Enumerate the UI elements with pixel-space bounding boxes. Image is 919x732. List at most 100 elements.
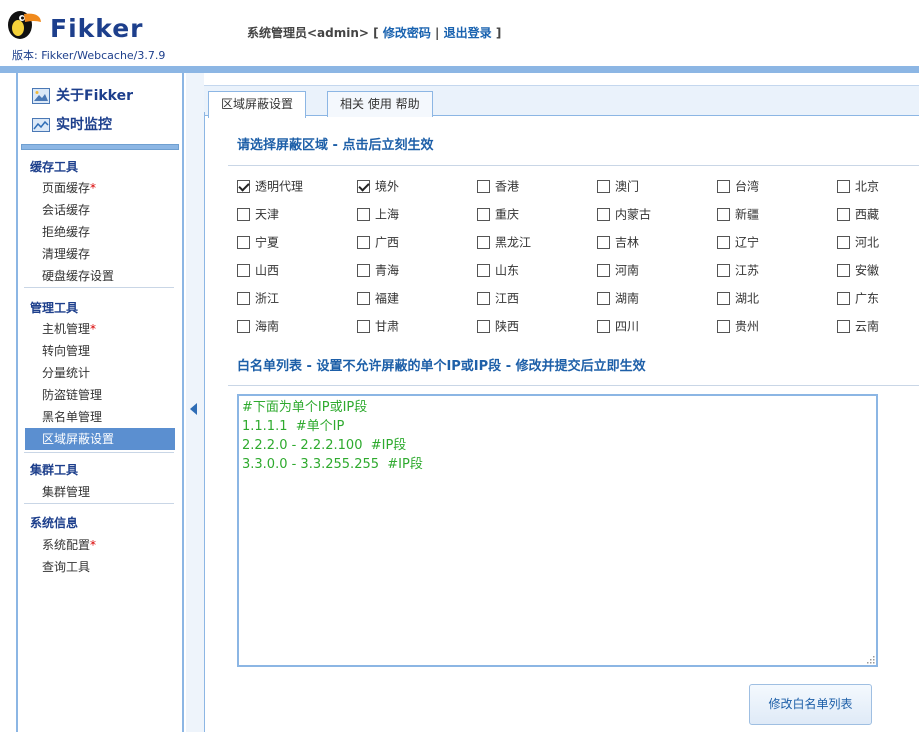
submit-whitelist-button[interactable]: 修改白名单列表 [749, 684, 872, 725]
checkbox-unchecked-icon[interactable] [717, 208, 730, 221]
nav-host-manage[interactable]: 主机管理* [42, 320, 96, 338]
nav-region-block-settings[interactable]: 区域屏蔽设置 [25, 428, 175, 450]
nav-redirect-manage[interactable]: 转向管理 [42, 342, 90, 360]
region-checkbox[interactable]: 甘肃 [357, 318, 399, 334]
checkbox-checked-icon[interactable] [357, 180, 370, 193]
sidebar-separator [24, 287, 174, 288]
region-checkbox[interactable]: 澳门 [597, 178, 639, 194]
region-checkbox[interactable]: 江苏 [717, 262, 759, 278]
checkbox-checked-icon[interactable] [237, 180, 250, 193]
region-checkbox[interactable]: 西藏 [837, 206, 879, 222]
checkbox-unchecked-icon[interactable] [597, 292, 610, 305]
checkbox-unchecked-icon[interactable] [237, 292, 250, 305]
logout-link[interactable]: 退出登录 [444, 26, 492, 40]
collapse-arrow-icon[interactable] [190, 403, 197, 415]
region-checkbox[interactable]: 河北 [837, 234, 879, 250]
checkbox-unchecked-icon[interactable] [837, 180, 850, 193]
region-checkbox[interactable]: 透明代理 [237, 178, 303, 194]
region-checkbox[interactable]: 湖南 [597, 290, 639, 306]
region-checkbox[interactable]: 北京 [837, 178, 879, 194]
nav-blacklist-manage[interactable]: 黑名单管理 [42, 408, 102, 426]
checkbox-unchecked-icon[interactable] [597, 236, 610, 249]
nav-session-cache[interactable]: 会话缓存 [42, 201, 90, 219]
tab-region-block[interactable]: 区域屏蔽设置 [208, 91, 307, 118]
checkbox-unchecked-icon[interactable] [717, 236, 730, 249]
checkbox-unchecked-icon[interactable] [837, 208, 850, 221]
region-checkbox[interactable]: 云南 [837, 318, 879, 334]
region-checkbox[interactable]: 台湾 [717, 178, 759, 194]
checkbox-unchecked-icon[interactable] [837, 292, 850, 305]
whitelist-textarea[interactable] [237, 394, 878, 667]
region-checkbox[interactable]: 贵州 [717, 318, 759, 334]
nav-page-cache[interactable]: 页面缓存* [42, 179, 96, 197]
checkbox-unchecked-icon[interactable] [357, 208, 370, 221]
nav-clear-cache[interactable]: 清理缓存 [42, 245, 90, 263]
checkbox-unchecked-icon[interactable] [717, 180, 730, 193]
checkbox-unchecked-icon[interactable] [357, 264, 370, 277]
checkbox-unchecked-icon[interactable] [717, 320, 730, 333]
checkbox-unchecked-icon[interactable] [597, 264, 610, 277]
nav-reject-cache[interactable]: 拒绝缓存 [42, 223, 90, 241]
region-checkbox[interactable]: 浙江 [237, 290, 279, 306]
region-checkbox[interactable]: 内蒙古 [597, 206, 651, 222]
checkbox-unchecked-icon[interactable] [237, 208, 250, 221]
nav-query-tools[interactable]: 查询工具 [42, 558, 90, 576]
region-checkbox[interactable]: 安徽 [837, 262, 879, 278]
nav-hotlink-manage[interactable]: 防盗链管理 [42, 386, 102, 404]
nav-cluster-manage[interactable]: 集群管理 [42, 483, 90, 501]
region-checkbox[interactable]: 上海 [357, 206, 399, 222]
checkbox-unchecked-icon[interactable] [837, 320, 850, 333]
checkbox-unchecked-icon[interactable] [477, 292, 490, 305]
region-checkbox[interactable]: 吉林 [597, 234, 639, 250]
region-checkbox[interactable]: 重庆 [477, 206, 519, 222]
region-checkbox[interactable]: 辽宁 [717, 234, 759, 250]
checkbox-unchecked-icon[interactable] [477, 236, 490, 249]
fikker-logo[interactable]: Fikker [6, 8, 156, 48]
region-checkbox[interactable]: 江西 [477, 290, 519, 306]
checkbox-unchecked-icon[interactable] [597, 208, 610, 221]
checkbox-unchecked-icon[interactable] [597, 180, 610, 193]
region-checkbox[interactable]: 新疆 [717, 206, 759, 222]
region-checkbox[interactable]: 宁夏 [237, 234, 279, 250]
region-checkbox[interactable]: 广西 [357, 234, 399, 250]
region-checkbox[interactable]: 青海 [357, 262, 399, 278]
checkbox-unchecked-icon[interactable] [717, 292, 730, 305]
region-checkbox[interactable]: 湖北 [717, 290, 759, 306]
nav-traffic-stats[interactable]: 分量统计 [42, 364, 90, 382]
region-checkbox[interactable]: 山东 [477, 262, 519, 278]
region-checkbox[interactable]: 天津 [237, 206, 279, 222]
checkbox-unchecked-icon[interactable] [477, 264, 490, 277]
resize-grip-icon[interactable] [866, 655, 875, 664]
sidebar-monitor[interactable]: 实时监控 [32, 115, 112, 135]
checkbox-unchecked-icon[interactable] [477, 208, 490, 221]
region-label: 境外 [375, 179, 400, 194]
checkbox-unchecked-icon[interactable] [237, 320, 250, 333]
change-password-link[interactable]: 修改密码 [383, 26, 431, 40]
tab-help[interactable]: 相关 使用 帮助 [327, 91, 433, 117]
checkbox-unchecked-icon[interactable] [357, 236, 370, 249]
region-checkbox[interactable]: 福建 [357, 290, 399, 306]
region-checkbox[interactable]: 四川 [597, 318, 639, 334]
checkbox-unchecked-icon[interactable] [357, 320, 370, 333]
checkbox-unchecked-icon[interactable] [837, 236, 850, 249]
brand-name: Fikker [50, 14, 144, 43]
region-checkbox[interactable]: 海南 [237, 318, 279, 334]
region-checkbox[interactable]: 陕西 [477, 318, 519, 334]
nav-system-config[interactable]: 系统配置* [42, 536, 96, 554]
region-checkbox[interactable]: 境外 [357, 178, 399, 194]
checkbox-unchecked-icon[interactable] [237, 264, 250, 277]
sidebar-about[interactable]: 关于Fikker [32, 86, 133, 106]
checkbox-unchecked-icon[interactable] [357, 292, 370, 305]
checkbox-unchecked-icon[interactable] [837, 264, 850, 277]
checkbox-unchecked-icon[interactable] [237, 236, 250, 249]
checkbox-unchecked-icon[interactable] [477, 320, 490, 333]
checkbox-unchecked-icon[interactable] [597, 320, 610, 333]
region-checkbox[interactable]: 河南 [597, 262, 639, 278]
region-checkbox[interactable]: 广东 [837, 290, 879, 306]
checkbox-unchecked-icon[interactable] [477, 180, 490, 193]
region-checkbox[interactable]: 黑龙江 [477, 234, 531, 250]
nav-disk-cache-settings[interactable]: 硬盘缓存设置 [42, 267, 114, 285]
region-checkbox[interactable]: 山西 [237, 262, 279, 278]
region-checkbox[interactable]: 香港 [477, 178, 519, 194]
checkbox-unchecked-icon[interactable] [717, 264, 730, 277]
